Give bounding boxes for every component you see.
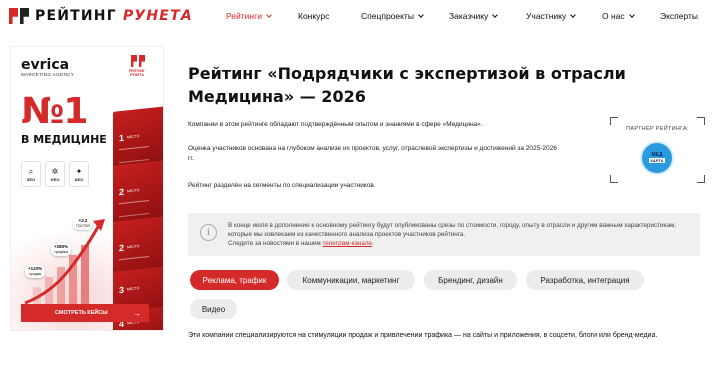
notice-body: В конце июля в дополнение к основному ре… <box>228 222 677 239</box>
intro-paragraph: Компании в этом рейтинге обладают подтве… <box>188 121 483 128</box>
card-num: 2 <box>119 242 125 254</box>
banner-company: evrica <box>21 57 70 73</box>
chevron-down-icon <box>570 11 577 18</box>
frame-corner <box>697 117 705 125</box>
growth-badge: +120% продаж <box>25 265 46 278</box>
medkarta-logo[interactable]: МЕД КАРТА <box>640 141 674 175</box>
tab-development-integration[interactable]: Разработка, интеграция <box>526 270 644 290</box>
tab-branding-design[interactable]: Брендинг, дизайн <box>424 270 517 290</box>
growth-badge: +3.2 ГОСТЕЙ <box>73 217 93 230</box>
frame-corner <box>610 175 618 183</box>
nav-item-customer[interactable]: Заказчику <box>449 11 499 21</box>
nav-item-ratings[interactable]: Рейтинги <box>226 11 272 21</box>
search-icon: ⌕ <box>28 166 34 176</box>
telegram-link[interactable]: телеграм-канале <box>322 240 372 247</box>
card-lines <box>119 200 149 218</box>
rating-partner[interactable]: ПАРТНЁР РЕЙТИНГА: МЕД КАРТА <box>610 117 705 183</box>
nav-label: Заказчику <box>449 11 489 21</box>
info-icon: i <box>200 224 217 241</box>
tile-label: GEO <box>50 176 60 182</box>
segment-description: Эти компании специализируются на стимуля… <box>188 332 658 339</box>
seo-tile: ⌕ SEO <box>21 161 41 187</box>
geo-tile: ✲ GEO <box>45 161 65 187</box>
badge-sub: трафика <box>54 250 69 254</box>
chevron-down-icon <box>628 11 635 18</box>
place-card: 1 МЕСТО <box>113 106 163 168</box>
nav-item-experts[interactable]: Эксперты <box>660 11 698 21</box>
nav-label: Эксперты <box>660 11 699 21</box>
page-title: Рейтинг «Подрядчики с экспертизой в отра… <box>188 64 626 106</box>
chevron-down-icon <box>266 11 272 18</box>
card-label: МЕСТО <box>127 188 140 194</box>
card-label: МЕСТО <box>127 286 140 292</box>
tab-communications-marketing[interactable]: Коммуникации, маркетинг <box>287 270 415 290</box>
badge-value: +3.2 <box>78 218 88 223</box>
badge-sub: ГОСТЕЙ <box>76 224 90 228</box>
cta-label: СМОТРЕТЬ КЕЙСЫ <box>55 310 108 316</box>
tab-video[interactable]: Видео <box>190 299 237 319</box>
banner-agency: MARKETING AGENCY <box>21 72 75 77</box>
nav-label: Конкурс <box>298 11 330 21</box>
growth-chart-graphic <box>24 219 105 309</box>
segments-paragraph: Рейтинг разделён на сегменты по специали… <box>188 182 376 189</box>
nav-item-contest[interactable]: Конкурс <box>298 11 329 21</box>
tab-advertising-traffic[interactable]: Реклама, трафик <box>190 270 279 290</box>
nav-item-participant[interactable]: Участнику <box>526 11 577 21</box>
method-paragraph: Оценка участников основана на глубоком а… <box>188 145 557 162</box>
place-card: 2 МЕСТО <box>113 160 163 224</box>
banner-headline: №1 <box>21 91 88 132</box>
partner-label: ПАРТНЁР РЕЙТИНГА: <box>626 126 689 132</box>
tile-label: SEO <box>26 176 36 182</box>
badge-sub: продаж <box>29 272 42 276</box>
nav-label: Спецпроекты <box>361 11 414 21</box>
nav-item-about[interactable]: О нас <box>602 11 635 21</box>
card-lines <box>119 146 149 164</box>
evrica-ad-banner[interactable]: evrica MARKETING AGENCY РЕЙТИНГ РУНЕТА №… <box>10 46 164 331</box>
main-nav: Рейтинги Конкурс Спецпроекты Заказчику У… <box>0 11 716 25</box>
nav-label: Участнику <box>526 11 567 21</box>
nav-label: Рейтинги <box>226 11 262 21</box>
logo-line: КАРТА <box>649 158 665 163</box>
arrow-right-icon: → <box>133 308 141 318</box>
card-num: 2 <box>119 186 125 198</box>
info-notice: i В конце июля в дополнение к основному … <box>188 213 700 256</box>
notice-followup: Следите за новостями в нашем <box>228 240 323 248</box>
aeo-tile: ✦ AEO <box>69 161 89 187</box>
chevron-down-icon <box>492 11 499 18</box>
rating-logo-icon <box>131 55 145 67</box>
growth-badge: +280% трафика <box>51 243 72 256</box>
site-header: РЕЙТИНГ РУНЕТА Рейтинги Конкурс Спецпрое… <box>0 0 716 34</box>
card-label: МЕСТО <box>127 134 140 140</box>
card-label: МЕСТО <box>127 244 140 250</box>
nav-label: О нас <box>602 11 625 21</box>
banner-icon-row: ⌕ SEO ✲ GEO ✦ AEO <box>21 161 89 187</box>
chevron-down-icon <box>418 11 424 18</box>
banner-place-cards: 1 МЕСТО 2 МЕСТО 2 МЕСТО 3 МЕСТО 4 МЕСТО <box>105 105 163 330</box>
badge-value: +120% <box>28 266 43 271</box>
nav-item-special-projects[interactable]: Спецпроекты <box>361 11 424 21</box>
notice-text: В конце июля в дополнение к основному ре… <box>228 221 696 249</box>
badge-value: +280% <box>54 244 69 249</box>
star-icon: ✦ <box>75 166 83 176</box>
banner-rating-logo-text: РЕЙТИНГ РУНЕТА <box>128 69 146 77</box>
notice-end: . <box>372 240 374 248</box>
tile-label: AEO <box>74 176 84 182</box>
frame-corner <box>697 175 705 183</box>
frame-corner <box>610 117 618 125</box>
sparkle-icon: ✲ <box>51 166 59 176</box>
card-num: 3 <box>119 284 125 296</box>
card-num: 1 <box>119 132 125 144</box>
banner-subheadline: В МЕДИЦИНЕ <box>21 133 107 146</box>
view-cases-button[interactable]: СМОТРЕТЬ КЕЙСЫ → <box>21 304 149 322</box>
